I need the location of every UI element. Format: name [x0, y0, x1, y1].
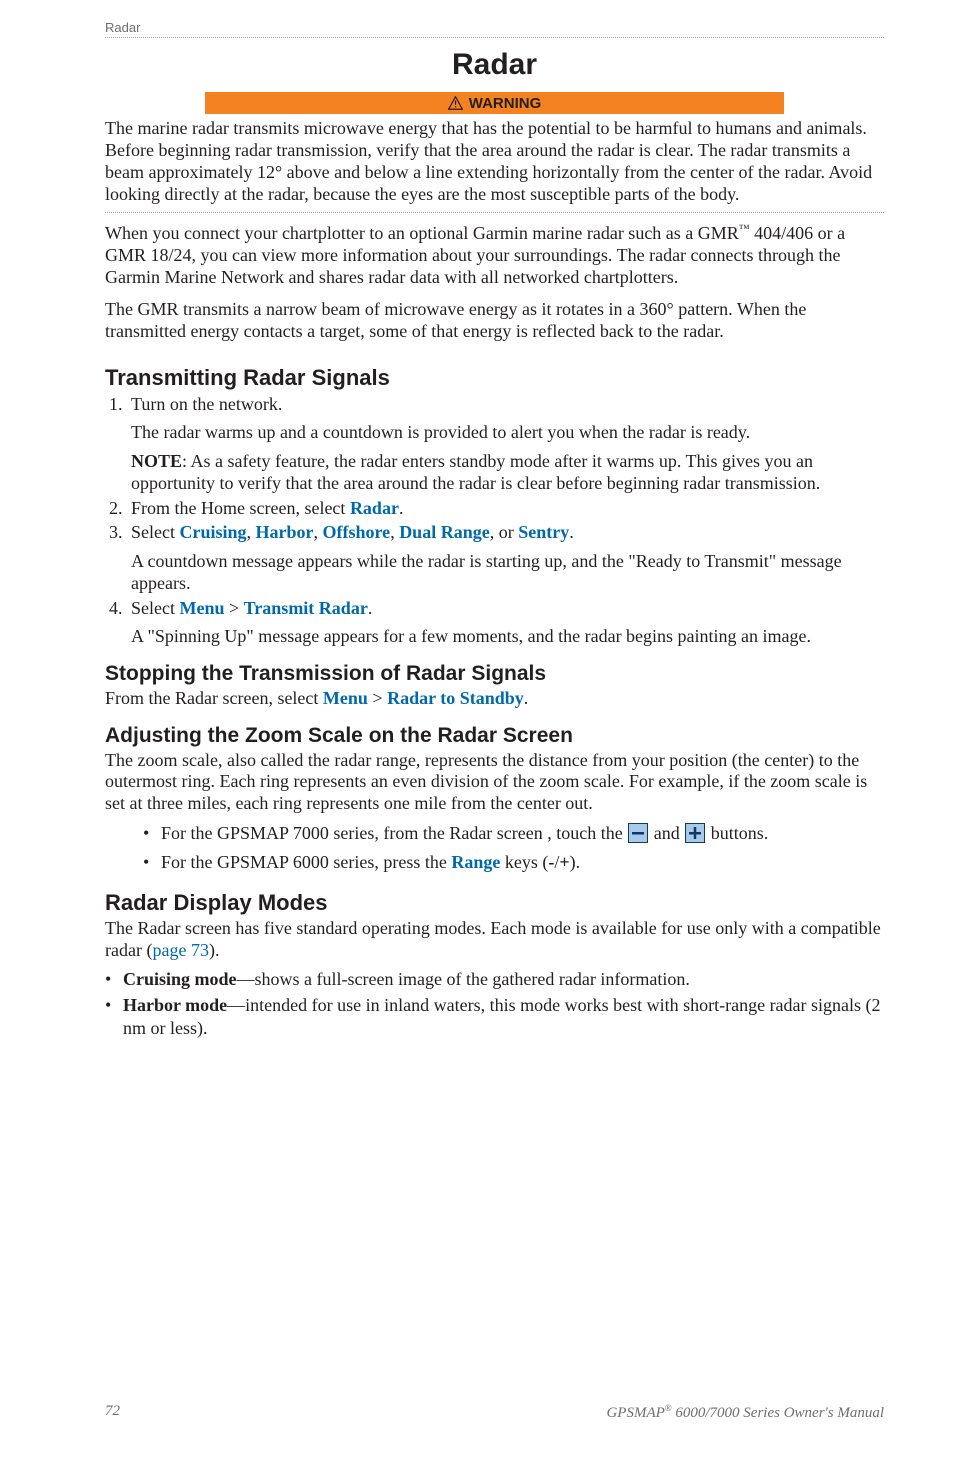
page-title: Radar: [105, 48, 884, 82]
registered-symbol: ®: [665, 1403, 672, 1413]
note-label: NOTE: [131, 451, 182, 471]
section-zoom: Adjusting the Zoom Scale on the Radar Sc…: [105, 724, 884, 748]
mode-label: Cruising mode: [123, 969, 237, 989]
page-number: 72: [105, 1403, 120, 1422]
text: ,: [314, 522, 323, 542]
steps-list: Turn on the network. The radar warms up …: [105, 393, 884, 648]
note-text: : As a safety feature, the radar enters …: [131, 451, 820, 494]
step-4-detail: A "Spinning Up" message appears for a fe…: [131, 625, 884, 648]
zoom-intro: The zoom scale, also called the radar ra…: [105, 750, 884, 816]
ui-sentry: Sentry: [518, 522, 569, 542]
ui-offshore: Offshore: [323, 522, 391, 542]
text: Select: [131, 522, 179, 542]
text: ).: [570, 852, 581, 872]
zoom-bullet-1: For the GPSMAP 7000 series, from the Rad…: [143, 821, 884, 845]
section-modes: Radar Display Modes: [105, 890, 884, 916]
mode-label: Harbor mode: [123, 995, 227, 1015]
modes-bullets: Cruising mode—shows a full-screen image …: [105, 968, 884, 1040]
text: When you connect your chartplotter to an…: [105, 223, 739, 243]
footer: 72 GPSMAP® 6000/7000 Series Owner's Manu…: [105, 1403, 884, 1422]
mode-harbor: Harbor mode—intended for use in inland w…: [105, 994, 884, 1039]
text: >: [224, 598, 243, 618]
text: 6000/7000 Series Owner's Manual: [672, 1405, 884, 1421]
step-1: Turn on the network. The radar warms up …: [127, 393, 884, 495]
zoom-bullets: For the GPSMAP 7000 series, from the Rad…: [105, 821, 884, 874]
step-4: Select Menu > Transmit Radar. A "Spinnin…: [127, 597, 884, 648]
header-rule: [105, 37, 884, 38]
text: .: [569, 522, 574, 542]
ui-dual-range: Dual Range: [399, 522, 490, 542]
ui-cruising: Cruising: [179, 522, 246, 542]
ui-menu: Menu: [179, 598, 224, 618]
text: From the Home screen, select: [131, 498, 350, 518]
step-text: Turn on the network.: [131, 394, 282, 414]
mode-cruising: Cruising mode—shows a full-screen image …: [105, 968, 884, 991]
ui-range: Range: [451, 852, 500, 872]
plus-button-icon: [685, 823, 705, 843]
step-1-note: NOTE: As a safety feature, the radar ent…: [131, 450, 884, 495]
running-header: Radar: [105, 20, 884, 35]
text: .: [399, 498, 404, 518]
zoom-bullet-2: For the GPSMAP 6000 series, press the Ra…: [143, 850, 884, 874]
step-3: Select Cruising, Harbor, Offshore, Dual …: [127, 521, 884, 595]
section-stopping: Stopping the Transmission of Radar Signa…: [105, 662, 884, 686]
stopping-instruction: From the Radar screen, select Menu > Rad…: [105, 688, 884, 710]
step-3-detail: A countdown message appears while the ra…: [131, 550, 884, 595]
step-2: From the Home screen, select Radar.: [127, 497, 884, 520]
text: Select: [131, 598, 179, 618]
footer-text: GPSMAP® 6000/7000 Series Owner's Manual: [606, 1403, 884, 1422]
warning-triangle-icon: [448, 96, 463, 110]
trademark-symbol: ™: [739, 223, 750, 235]
text: From the Radar screen, select: [105, 688, 323, 708]
text: ).: [209, 940, 220, 960]
text: ,: [247, 522, 256, 542]
warning-banner: WARNING: [205, 92, 784, 114]
minus-button-icon: [628, 823, 648, 843]
text: For the GPSMAP 7000 series, from the Rad…: [161, 823, 627, 843]
ui-radar-to-standby: Radar to Standby: [387, 688, 524, 708]
text: ,: [390, 522, 399, 542]
text: , or: [490, 522, 519, 542]
warning-text: The marine radar transmits microwave ene…: [105, 118, 884, 213]
step-1-detail-1: The radar warms up and a countdown is pr…: [131, 421, 884, 444]
warning-label: WARNING: [469, 95, 542, 112]
page-link[interactable]: page 73: [152, 940, 208, 960]
ui-transmit-radar: Transmit Radar: [244, 598, 368, 618]
ui-harbor: Harbor: [256, 522, 314, 542]
intro-paragraph-2: The GMR transmits a narrow beam of micro…: [105, 299, 884, 343]
text: >: [368, 688, 387, 708]
text: For the GPSMAP 6000 series, press the: [161, 852, 451, 872]
ui-radar: Radar: [350, 498, 399, 518]
text: buttons.: [706, 823, 768, 843]
section-transmitting: Transmitting Radar Signals: [105, 365, 884, 391]
text: GPSMAP: [606, 1405, 664, 1421]
key-plus: +: [559, 852, 569, 872]
text: .: [368, 598, 373, 618]
text: keys (: [500, 852, 548, 872]
text: and: [649, 823, 684, 843]
ui-menu: Menu: [323, 688, 368, 708]
text: .: [524, 688, 529, 708]
mode-text: —shows a full-screen image of the gather…: [237, 969, 690, 989]
modes-intro: The Radar screen has five standard opera…: [105, 918, 884, 962]
intro-paragraph-1: When you connect your chartplotter to an…: [105, 223, 884, 289]
text: The Radar screen has five standard opera…: [105, 918, 881, 960]
mode-text: —intended for use in inland waters, this…: [123, 995, 881, 1038]
